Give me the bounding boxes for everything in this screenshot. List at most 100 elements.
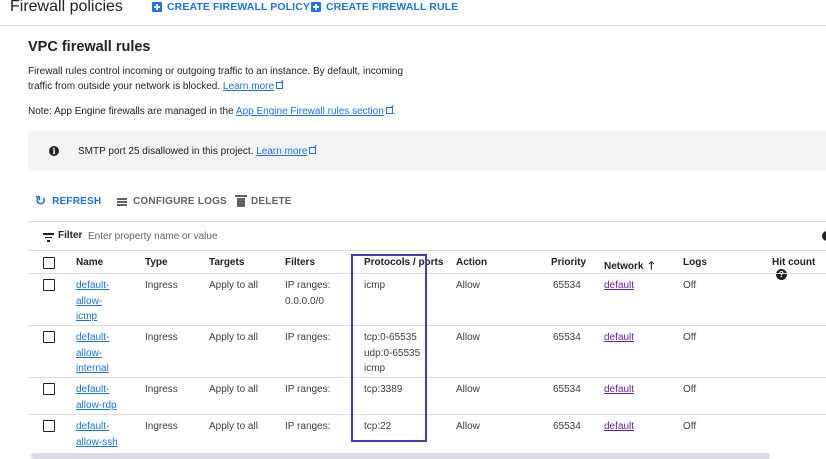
delete-button[interactable]: DELETE (235, 195, 292, 207)
column-header-protocols-ports[interactable]: Protocols / ports (364, 257, 443, 268)
filter-icon (43, 233, 54, 242)
type-cell: Ingress (145, 421, 178, 432)
row-divider (28, 377, 826, 378)
refresh-label: REFRESH (52, 196, 102, 207)
logs-cell: Off (683, 280, 697, 291)
note-prefix: Note: App Engine firewalls are managed i… (28, 106, 234, 117)
network-cell: default (604, 382, 634, 398)
delete-label: DELETE (251, 196, 292, 207)
trash-icon (235, 195, 247, 207)
section-description: Firewall rules control incoming or outgo… (28, 64, 408, 94)
column-header-action[interactable]: Action (456, 257, 487, 268)
row-divider (28, 414, 826, 415)
type-cell: Ingress (145, 280, 178, 291)
protocols-cell: tcp:22 (364, 421, 392, 432)
row-divider (28, 325, 826, 326)
note-suffix: . (392, 106, 396, 117)
row-checkbox[interactable] (43, 279, 55, 291)
select-all-checkbox[interactable] (43, 257, 55, 269)
protocols-cell: icmp (364, 280, 386, 291)
network-cell: default (604, 419, 634, 435)
learn-more-link[interactable]: Learn more (222, 81, 284, 92)
create-firewall-rule-label: CREATE FIREWALL RULE (326, 1, 459, 13)
protocols-cell: tcp:3389 (364, 384, 403, 395)
rule-name-link[interactable]: default-allow-rdp (76, 384, 117, 411)
banner-text: SMTP port 25 disallowed in this project.… (78, 146, 317, 157)
plus-icon (152, 2, 162, 12)
filters-cell: IP ranges: (285, 421, 331, 432)
network-header-label: Network (604, 261, 644, 272)
priority-cell: 65534 (553, 421, 581, 432)
external-link-icon (309, 147, 317, 154)
network-link[interactable]: default (604, 280, 634, 291)
hit-count-header-label: Hit count (772, 257, 816, 268)
info-icon: i (49, 146, 59, 156)
learn-more-label: Learn more (222, 81, 275, 92)
logs-icon (117, 197, 127, 206)
banner-message: SMTP port 25 disallowed in this project. (78, 146, 254, 157)
column-header-hit-count[interactable]: Hit count? (772, 257, 826, 280)
network-cell: default (604, 278, 634, 294)
filters-cell: IP ranges: (285, 332, 331, 343)
filter-label: Filter (58, 230, 83, 241)
external-link-icon (276, 82, 284, 89)
rule-name-cell: default-allow-internal (76, 330, 109, 377)
filter-input[interactable] (88, 227, 388, 245)
network-link[interactable]: default (604, 384, 634, 395)
column-header-type[interactable]: Type (145, 257, 168, 268)
column-header-logs[interactable]: Logs (683, 257, 707, 268)
targets-cell: Apply to all (209, 384, 258, 395)
logs-cell: Off (683, 332, 697, 343)
rule-name-link[interactable]: default-allow-icmp (76, 280, 109, 322)
rule-name-link[interactable]: default-allow-internal (76, 332, 109, 374)
logs-cell: Off (683, 421, 697, 432)
plus-icon (311, 2, 321, 12)
action-cell: Allow (456, 332, 480, 343)
network-link[interactable]: default (604, 332, 634, 343)
app-engine-firewall-link[interactable]: App Engine Firewall rules section (236, 106, 393, 117)
configure-logs-button[interactable]: CONFIGURE LOGS (117, 196, 227, 207)
protocols-cell: tcp:0-65535 udp:0-65535 icmp (364, 332, 421, 374)
refresh-button[interactable]: ↻ REFRESH (35, 193, 102, 209)
priority-cell: 65534 (553, 384, 581, 395)
banner-learn-more-link[interactable]: Learn more (256, 146, 317, 157)
section-title: VPC firewall rules (28, 39, 151, 55)
type-cell: Ingress (145, 384, 178, 395)
description-line-1: Firewall rules control incoming or outgo… (28, 66, 404, 77)
column-header-name[interactable]: Name (76, 257, 103, 268)
column-header-targets[interactable]: Targets (209, 257, 244, 268)
external-link-icon (385, 107, 393, 114)
app-engine-firewall-link-label: App Engine Firewall rules section (235, 106, 384, 117)
priority-cell: 65534 (553, 280, 581, 291)
filters-cell: IP ranges: 0.0.0.0/0 (285, 280, 331, 307)
page-title: Firewall policies (10, 0, 123, 15)
action-cell: Allow (456, 384, 480, 395)
create-firewall-rule-button[interactable]: CREATE FIREWALL RULE (311, 1, 458, 13)
create-firewall-policy-button[interactable]: CREATE FIREWALL POLICY (152, 1, 310, 13)
help-icon[interactable]: ? (776, 269, 787, 280)
rule-name-link[interactable]: default-allow-ssh (76, 421, 118, 448)
network-link[interactable]: default (604, 421, 634, 432)
top-bar: Firewall policies CREATE FIREWALL POLICY… (0, 0, 826, 26)
app-engine-note: Note: App Engine firewalls are managed i… (28, 106, 396, 117)
rule-name-cell: default-allow-rdp (76, 382, 117, 413)
row-checkbox[interactable] (43, 331, 55, 343)
description-line-2: traffic from outside your network is blo… (28, 81, 221, 92)
column-display-options-icon[interactable] (822, 231, 826, 241)
row-checkbox[interactable] (43, 420, 55, 432)
row-divider (28, 273, 826, 274)
targets-cell: Apply to all (209, 421, 258, 432)
action-cell: Allow (456, 421, 480, 432)
create-firewall-policy-label: CREATE FIREWALL POLICY (167, 1, 310, 13)
action-cell: Allow (456, 280, 480, 291)
column-header-filters[interactable]: Filters (285, 257, 315, 268)
refresh-icon: ↻ (35, 193, 47, 209)
smtp-info-banner: i SMTP port 25 disallowed in this projec… (28, 131, 826, 171)
filters-cell: IP ranges: (285, 384, 331, 395)
column-header-priority[interactable]: Priority (551, 257, 586, 268)
horizontal-scrollbar[interactable] (31, 453, 770, 459)
targets-cell: Apply to all (209, 332, 258, 343)
banner-learn-more-label: Learn more (256, 146, 308, 157)
type-cell: Ingress (145, 332, 178, 343)
row-checkbox[interactable] (43, 383, 55, 395)
